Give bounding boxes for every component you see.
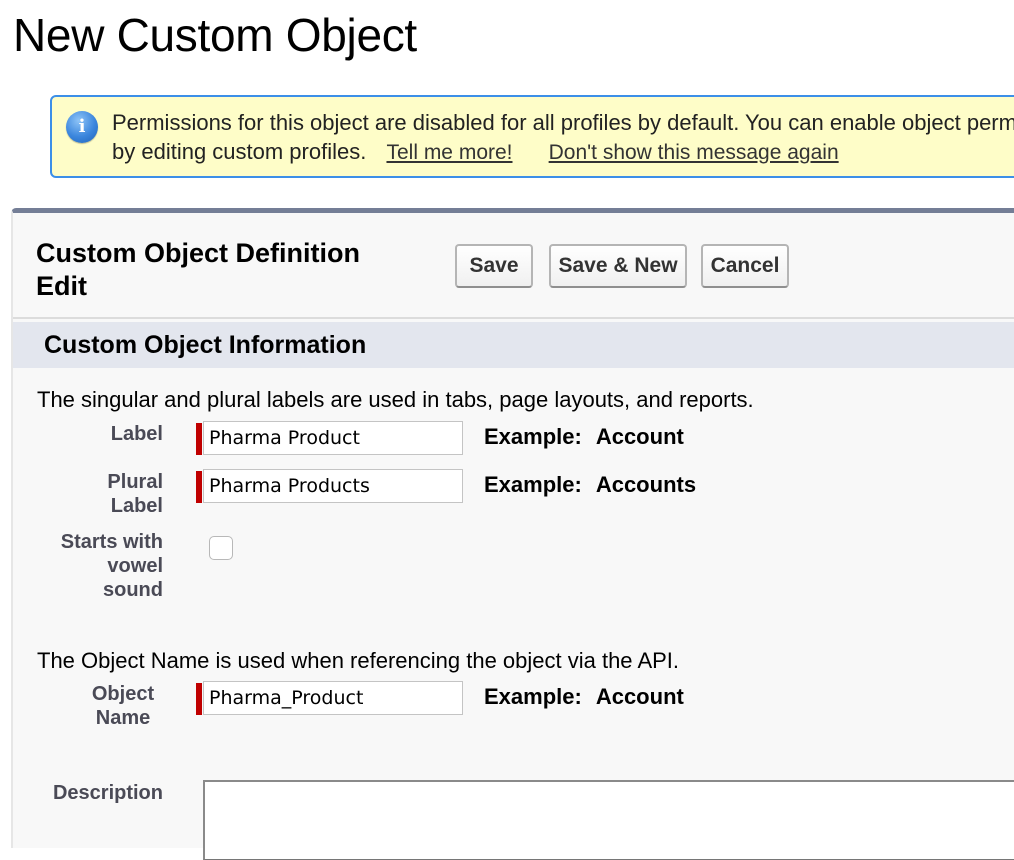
plural-label-input[interactable] [203, 469, 463, 503]
example-value: Account [595, 424, 684, 449]
labels-help-text: The singular and plural labels are used … [37, 387, 754, 412]
example-prefix: Example: [484, 472, 582, 497]
vowel-sound-field-label: Starts with vowel sound [13, 530, 163, 602]
save-button[interactable]: Save [455, 244, 533, 288]
section-header: Custom Object Information [13, 322, 1014, 368]
label-example: Example: Account [484, 424, 684, 450]
info-icon: i [66, 111, 98, 143]
required-indicator [196, 471, 202, 503]
object-name-text: Object Name [91, 683, 155, 729]
example-prefix: Example: [484, 424, 582, 449]
banner-message: Permissions for this object are disabled… [112, 108, 1014, 167]
object-name-example: Example: Account [484, 684, 684, 710]
info-banner: i Permissions for this object are disabl… [50, 95, 1014, 178]
label-input[interactable] [203, 421, 463, 455]
dont-show-again-link[interactable]: Don't show this message again [549, 141, 839, 164]
page-title: New Custom Object [13, 9, 417, 61]
example-prefix: Example: [484, 684, 582, 709]
panel-title: Custom Object Definition Edit [36, 238, 360, 301]
tell-me-more-link[interactable]: Tell me more! [386, 141, 512, 164]
example-value: Accounts [595, 472, 697, 497]
required-indicator [196, 423, 202, 455]
description-textarea[interactable] [203, 780, 1014, 860]
label-field-label: Label [110, 423, 163, 445]
object-name-input[interactable] [203, 681, 463, 715]
api-help-text: The Object Name is used when referencing… [37, 648, 680, 673]
banner-line2: by editing custom profiles. [112, 139, 367, 164]
vowel-sound-text: Starts with vowel sound [60, 531, 163, 601]
object-name-field-label: Object Name [13, 682, 163, 730]
plural-label-field-label: Plural Label [13, 470, 163, 518]
custom-object-edit-panel: Custom Object Definition Edit Save Save … [11, 208, 1014, 860]
banner-line1: Permissions for this object are disabled… [112, 110, 1014, 135]
starts-with-vowel-checkbox[interactable] [209, 536, 233, 560]
example-value: Account [595, 684, 684, 709]
plural-label-example: Example: Accounts [484, 472, 696, 498]
plural-label-text: Plural Label [107, 471, 163, 517]
description-field-label: Description [52, 782, 163, 804]
required-indicator [196, 683, 202, 715]
cancel-button[interactable]: Cancel [701, 244, 789, 288]
section-title: Custom Object Information [44, 331, 367, 359]
panel-header: Custom Object Definition Edit Save Save … [13, 213, 1014, 319]
save-and-new-button[interactable]: Save & New [549, 244, 687, 288]
